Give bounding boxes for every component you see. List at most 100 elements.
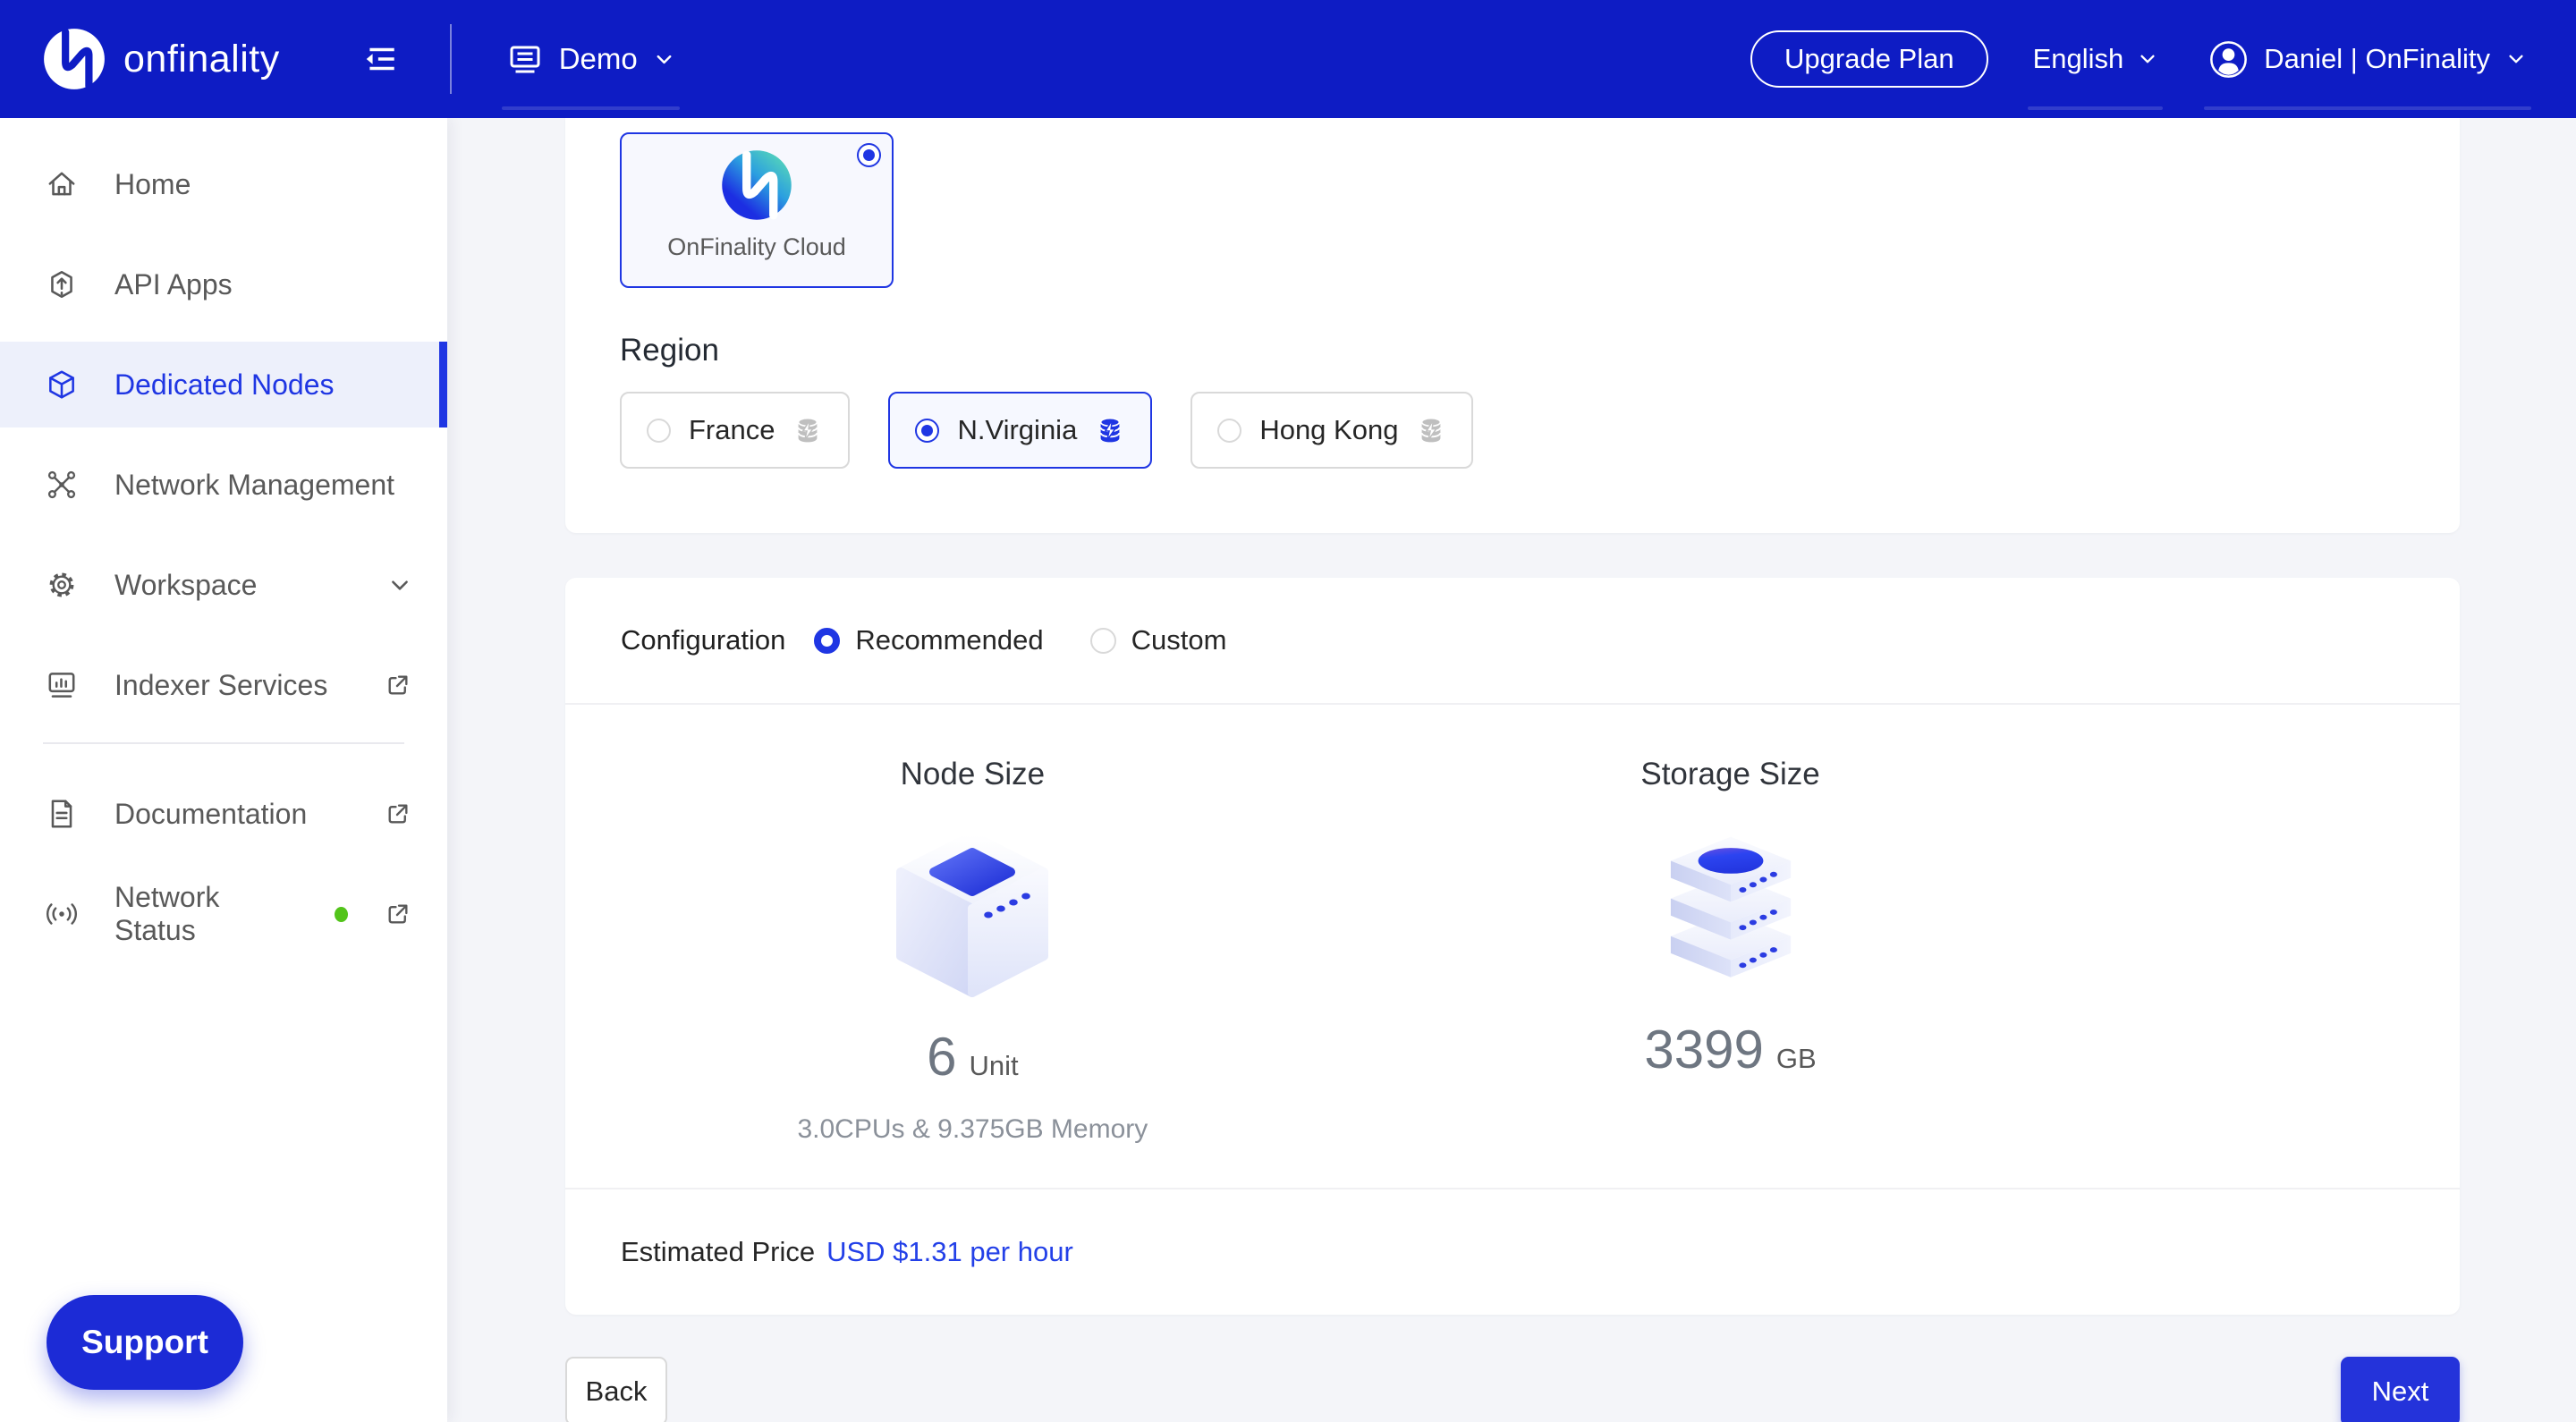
sidebar-item-label: Home [114,168,191,201]
storage-size-value: 3399 [1644,1019,1763,1080]
wizard-actions: Back Next [565,1357,2460,1422]
region-option-nvirginia[interactable]: N.Virginia [888,392,1152,469]
sidebar: Home API Apps Dedicate [0,118,447,1422]
region-option-hong-kong[interactable]: Hong Kong [1191,392,1473,469]
storage-size-stack-illustration [1649,826,1812,995]
region-options: France N.Virginia [620,392,2405,469]
sidebar-collapse-button[interactable] [362,40,400,78]
provider-card-onfinality-cloud[interactable]: OnFinality Cloud [620,132,894,288]
sidebar-item-label: Dedicated Nodes [114,368,334,402]
next-button[interactable]: Next [2341,1357,2460,1422]
external-link-icon [384,672,411,699]
sidebar-item-documentation[interactable]: Documentation [0,771,447,857]
brand-logo[interactable]: onfinality [43,28,280,90]
back-button[interactable]: Back [565,1357,667,1422]
config-option-recommended[interactable]: Recommended [814,624,1043,656]
workspace-name: Demo [559,42,638,76]
config-option-custom[interactable]: Custom [1090,624,1227,656]
language-selector[interactable]: English [2033,0,2158,118]
node-size-value-line: 6 Unit [565,1026,1380,1088]
radio-unchecked-icon[interactable] [1090,628,1116,654]
config-option-label: Recommended [855,624,1043,656]
sidebar-item-indexer-services[interactable]: Indexer Services [0,642,447,728]
database-lightning-icon [1095,415,1125,445]
sidebar-item-dedicated-nodes[interactable]: Dedicated Nodes [0,342,447,427]
sidebar-item-api-apps[interactable]: API Apps [0,241,447,327]
database-lightning-icon [1416,415,1446,445]
sidebar-item-network-management[interactable]: Network Management [0,442,447,528]
node-size-section: Node Size [565,757,1380,1145]
language-label: English [2033,43,2124,75]
menu-fold-icon [362,40,400,78]
storage-size-unit: GB [1776,1043,1817,1075]
storage-size-title: Storage Size [1380,757,2081,792]
cube-icon [45,368,79,402]
upgrade-plan-button[interactable]: Upgrade Plan [1750,30,1988,88]
configuration-panel: Configuration Recommended Custom Node Si… [565,578,2460,1315]
app-root: onfinality Demo Upgrade Plan English [0,0,2576,1422]
body-row: Home API Apps Dedicate [0,118,2576,1422]
onfinality-cloud-logo-icon [721,149,792,221]
region-radio[interactable] [647,419,671,443]
node-size-title: Node Size [565,757,1380,792]
radio-checked-icon[interactable] [814,628,840,654]
region-label: Hong Kong [1259,414,1398,446]
region-option-france[interactable]: France [620,392,850,469]
api-apps-icon [45,267,79,301]
node-size-cube-illustration [887,826,1057,1002]
sidebar-divider [43,742,404,744]
provider-card-label: OnFinality Cloud [667,233,846,261]
chevron-down-icon [654,49,674,70]
sidebar-item-home[interactable]: Home [0,141,447,227]
sidebar-item-network-status[interactable]: Network Status [0,871,447,957]
node-size-description: 3.0CPUs & 9.375GB Memory [565,1114,1380,1145]
estimated-price-row: Estimated Price USD $1.31 per hour [565,1189,2460,1315]
node-size-value: 6 [927,1026,956,1088]
region-radio[interactable] [915,419,939,443]
provider-radio[interactable] [857,143,881,167]
sidebar-item-label: Documentation [114,798,307,831]
onfinality-logo-icon [43,28,106,90]
user-menu[interactable]: Daniel | OnFinality [2209,0,2526,118]
sidebar-item-label: API Apps [114,268,233,301]
avatar-icon [2209,40,2248,79]
network-graph-icon [45,468,79,502]
configuration-row: Configuration Recommended Custom [565,578,2460,705]
main-content: OnFinality Cloud Region France [447,118,2576,1422]
storage-size-value-line: 3399 GB [1380,1019,2081,1080]
chevron-down-icon [388,573,411,597]
brand-name: onfinality [123,38,280,81]
top-navbar: onfinality Demo Upgrade Plan English [0,0,2576,118]
region-radio[interactable] [1217,419,1241,443]
configuration-label: Configuration [621,624,785,656]
sidebar-item-label: Network Management [114,469,394,502]
sidebar-item-label: Network Status [114,881,284,947]
chevron-down-icon [2138,49,2157,69]
sidebar-item-label: Workspace [114,569,257,602]
provider-region-panel: OnFinality Cloud Region France [565,118,2460,533]
navbar-divider [450,24,452,94]
broadcast-icon [45,897,79,931]
chevron-down-icon [2506,49,2526,69]
sidebar-item-label: Indexer Services [114,669,327,702]
user-name: Daniel | OnFinality [2264,43,2490,75]
region-label: N.Virginia [957,414,1077,446]
config-option-label: Custom [1131,624,1227,656]
workspace-switcher[interactable]: Demo [507,0,674,118]
region-label: France [689,414,775,446]
support-button[interactable]: Support [47,1295,243,1390]
estimated-price-label: Estimated Price [621,1236,815,1268]
workspace-monitor-icon [507,41,543,77]
region-title: Region [620,333,2405,368]
sidebar-item-workspace[interactable]: Workspace [0,542,447,628]
sizes-row: Node Size [565,705,2460,1189]
external-link-icon [384,901,411,928]
gear-icon [45,568,79,602]
status-online-dot [335,907,348,922]
estimated-price-link[interactable]: USD $1.31 per hour [826,1236,1073,1268]
external-link-icon [384,800,411,828]
home-icon [45,167,79,201]
database-lightning-icon [792,415,823,445]
node-size-unit: Unit [969,1050,1018,1082]
storage-size-section: Storage Size [1380,757,2081,1145]
